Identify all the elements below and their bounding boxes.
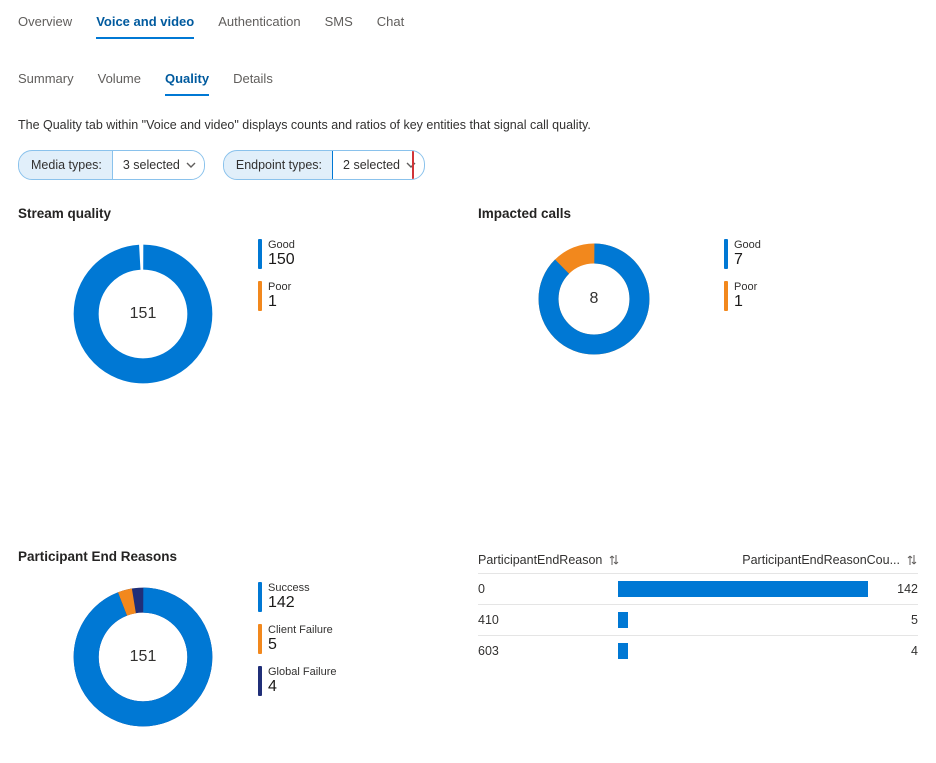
subtab-summary[interactable]: Summary [18, 67, 74, 96]
cell-bar [618, 581, 868, 597]
legend-item: Client Failure 5 [258, 624, 336, 654]
legend-color-swatch [258, 666, 262, 696]
cell-count: 5 [868, 613, 918, 627]
column-header-count[interactable]: ParticipantEndReasonCou... [742, 553, 918, 567]
sort-icon [608, 554, 620, 566]
primary-tabs: Overview Voice and video Authentication … [18, 10, 918, 39]
participant-end-reasons-donut[interactable]: 151 [68, 582, 218, 732]
legend-item: Good 150 [258, 239, 295, 269]
stream-quality-donut[interactable]: 151 [68, 239, 218, 389]
cell-reason: 603 [478, 644, 618, 658]
donut-center-value: 151 [68, 582, 218, 732]
column-header-reason[interactable]: ParticipantEndReason [478, 553, 620, 567]
cell-reason: 410 [478, 613, 618, 627]
participant-end-reasons-legend: Success 142 Client Failure 5 [258, 582, 336, 696]
subtab-details[interactable]: Details [233, 67, 273, 96]
legend-item: Success 142 [258, 582, 336, 612]
filter-media-value: 3 selected [123, 158, 180, 172]
legend-label: Good [268, 239, 295, 251]
page-description: The Quality tab within "Voice and video"… [18, 118, 918, 132]
legend-color-swatch [724, 239, 728, 269]
legend-item: Poor 1 [258, 281, 295, 311]
panel-participant-end-reasons: Participant End Reasons 151 [18, 549, 458, 732]
tab-overview[interactable]: Overview [18, 10, 72, 39]
tab-voice-video[interactable]: Voice and video [96, 10, 194, 39]
legend-value: 4 [268, 678, 336, 696]
legend-color-swatch [258, 281, 262, 311]
chevron-down-icon [186, 161, 196, 169]
subtab-quality[interactable]: Quality [165, 67, 209, 96]
filter-endpoint-types[interactable]: Endpoint types: 2 selected VoIP [223, 150, 425, 180]
legend-color-swatch [258, 624, 262, 654]
subtab-volume[interactable]: Volume [98, 67, 141, 96]
chevron-down-icon [406, 161, 416, 169]
legend-value: 1 [734, 293, 757, 311]
panel-title: Impacted calls [478, 206, 918, 221]
filter-media-label: Media types: [19, 158, 112, 172]
legend-value: 7 [734, 251, 761, 269]
secondary-tabs: Summary Volume Quality Details [18, 67, 918, 96]
filters: Media types: 3 selected Endpoint types: … [18, 150, 918, 180]
legend-label: Success [268, 582, 310, 594]
panel-impacted-calls: Impacted calls 8 Good 7 [478, 206, 918, 389]
legend-label: Good [734, 239, 761, 251]
stream-quality-legend: Good 150 Poor 1 [258, 239, 295, 311]
legend-item: Poor 1 [724, 281, 761, 311]
legend-value: 1 [268, 293, 291, 311]
cell-count: 142 [868, 582, 918, 596]
cell-bar [618, 643, 868, 659]
legend-color-swatch [258, 239, 262, 269]
legend-label: Client Failure [268, 624, 333, 636]
legend-label: Global Failure [268, 666, 336, 678]
column-label: ParticipantEndReasonCou... [742, 553, 900, 567]
tab-chat[interactable]: Chat [377, 10, 404, 39]
sort-icon [906, 554, 918, 566]
panel-participant-end-reason-table: ParticipantEndReason ParticipantEndReaso… [478, 549, 918, 732]
filter-endpoint-label: Endpoint types: [224, 158, 332, 172]
panel-title: Stream quality [18, 206, 458, 221]
table-row[interactable]: 603 4 [478, 635, 918, 666]
cell-bar [618, 612, 868, 628]
legend-color-swatch [258, 582, 262, 612]
legend-value: 150 [268, 251, 295, 269]
panel-title: Participant End Reasons [18, 549, 458, 564]
panel-stream-quality: Stream quality 151 [18, 206, 458, 389]
legend-value: 142 [268, 594, 310, 612]
legend-color-swatch [724, 281, 728, 311]
donut-center-value: 151 [68, 239, 218, 389]
legend-label: Poor [268, 281, 291, 293]
legend-label: Poor [734, 281, 757, 293]
legend-item: Global Failure 4 [258, 666, 336, 696]
filter-endpoint-value: 2 selected [343, 158, 400, 172]
donut-center-value: 8 [534, 239, 654, 359]
cell-count: 4 [868, 644, 918, 658]
filter-media-types[interactable]: Media types: 3 selected [18, 150, 205, 180]
legend-item: Good 7 [724, 239, 761, 269]
cell-reason: 0 [478, 582, 618, 596]
tab-sms[interactable]: SMS [325, 10, 353, 39]
table-row[interactable]: 410 5 [478, 604, 918, 635]
impacted-calls-legend: Good 7 Poor 1 [724, 239, 761, 311]
tab-authentication[interactable]: Authentication [218, 10, 300, 39]
column-label: ParticipantEndReason [478, 553, 602, 567]
table-row[interactable]: 0 142 [478, 573, 918, 604]
impacted-calls-donut[interactable]: 8 [534, 239, 654, 359]
table-header: ParticipantEndReason ParticipantEndReaso… [478, 549, 918, 573]
legend-value: 5 [268, 636, 333, 654]
